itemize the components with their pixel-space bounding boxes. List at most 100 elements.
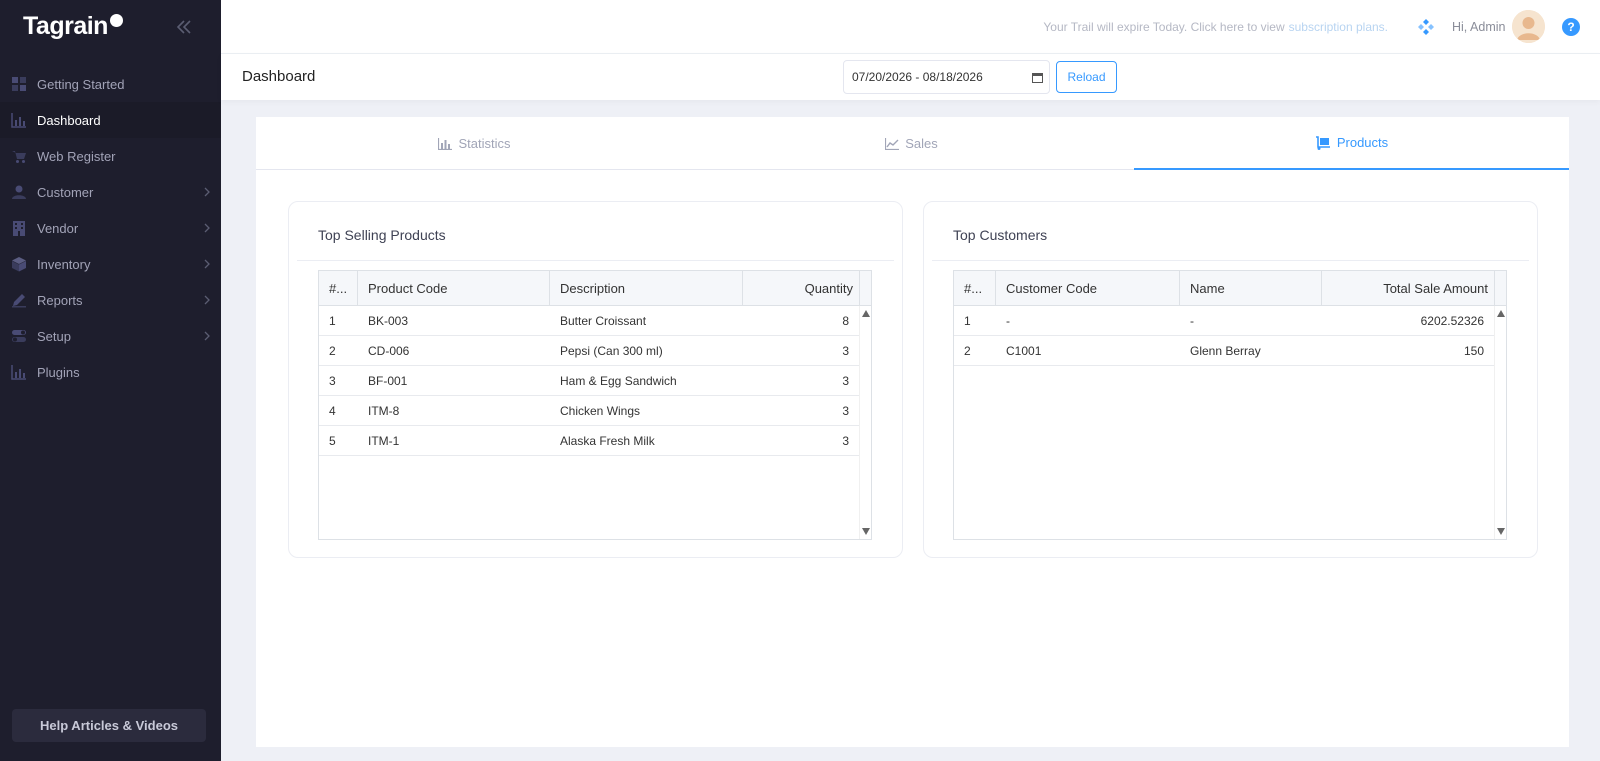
grid-header: #... Customer Code Name Total Sale Amoun…	[954, 271, 1494, 306]
column-header-index[interactable]: #...	[319, 271, 358, 306]
app-logo[interactable]: Tagrain	[23, 12, 123, 41]
column-header-name[interactable]: Name	[1180, 271, 1322, 306]
box-icon	[12, 257, 26, 272]
table-row[interactable]: 5 ITM-1 Alaska Fresh Milk 3	[319, 426, 859, 456]
trial-text: Your Trail will expire Today. Click here…	[1043, 20, 1285, 34]
sidebar-item-dashboard[interactable]: Dashboard	[0, 102, 221, 138]
subheader: Dashboard 07/20/2026 - 08/18/2026 Reload	[221, 54, 1600, 100]
avatar[interactable]	[1512, 10, 1545, 43]
calendar-icon[interactable]	[1032, 72, 1043, 83]
cell-description: Pepsi (Can 300 ml)	[560, 344, 663, 358]
top-customers-panel: Top Customers #... Customer Code Name To…	[923, 201, 1538, 558]
grid-header-cap	[859, 271, 871, 306]
sidebar-item-label: Web Register	[37, 148, 116, 164]
chevron-right-icon	[204, 331, 210, 341]
cell-quantity: 3	[842, 434, 849, 448]
cell-customer-code: C1001	[1006, 344, 1042, 358]
scroll-up-arrow-icon[interactable]	[1497, 310, 1505, 317]
cell-index: 4	[329, 404, 336, 418]
double-chevron-left-icon	[176, 20, 191, 34]
column-header-product-code[interactable]: Product Code	[358, 271, 550, 306]
collapse-sidebar-button[interactable]	[173, 16, 195, 38]
cell-customer-code: -	[1006, 314, 1010, 328]
table-row[interactable]: 3 BF-001 Ham & Egg Sandwich 3	[319, 366, 859, 396]
cell-quantity: 3	[842, 374, 849, 388]
tab-statistics[interactable]: Statistics	[256, 117, 693, 170]
main-card: Statistics Sales Products Top Selling Pr…	[256, 117, 1569, 747]
cell-description: Chicken Wings	[560, 404, 641, 418]
dolly-icon	[1315, 135, 1330, 150]
sidebar-item-getting-started[interactable]: Getting Started	[0, 66, 221, 102]
column-header-description[interactable]: Description	[550, 271, 743, 306]
column-header-quantity[interactable]: Quantity	[743, 271, 859, 306]
page-title: Dashboard	[242, 68, 316, 85]
vertical-scrollbar[interactable]	[859, 306, 871, 539]
bar-chart-icon	[11, 365, 26, 380]
dashboard-tabs: Statistics Sales Products	[256, 117, 1569, 170]
logo-badge-icon	[109, 14, 123, 27]
tab-products[interactable]: Products	[1134, 117, 1569, 170]
panel-title: Top Selling Products	[318, 227, 446, 243]
table-row[interactable]: 1 BK-003 Butter Croissant 8	[319, 306, 859, 336]
tab-label: Products	[1336, 135, 1389, 150]
sidebar-item-customer[interactable]: Customer	[0, 174, 221, 210]
sidebar-item-setup[interactable]: Setup	[0, 318, 221, 354]
cell-index: 3	[329, 374, 336, 388]
grid-header: #... Product Code Description Quantity	[319, 271, 859, 306]
cell-product-code: CD-006	[368, 344, 410, 358]
cell-product-code: BK-003	[368, 314, 409, 328]
help-question-icon[interactable]: ?	[1562, 18, 1580, 36]
user-greeting: Hi, Admin	[1452, 20, 1506, 34]
top-header: Your Trail will expire Today. Click here…	[221, 0, 1600, 54]
apps-icon[interactable]	[1417, 18, 1435, 36]
column-header-index[interactable]: #...	[954, 271, 996, 306]
cell-index: 1	[329, 314, 336, 328]
tab-label: Sales	[905, 136, 938, 151]
sidebar-item-label: Reports	[37, 292, 83, 308]
table-row[interactable]: 2 C1001 Glenn Berray 150	[954, 336, 1494, 366]
table-row[interactable]: 1 - - 6202.52326	[954, 306, 1494, 336]
sidebar: Tagrain Getting Started Dashboard Web Re…	[0, 0, 221, 761]
column-header-total-sale-amount[interactable]: Total Sale Amount	[1322, 271, 1494, 306]
date-range-input[interactable]: 07/20/2026 - 08/18/2026	[843, 60, 1050, 94]
sidebar-item-plugins[interactable]: Plugins	[0, 354, 221, 390]
chevron-right-icon	[204, 187, 210, 197]
divider	[297, 260, 894, 261]
sidebar-item-label: Dashboard	[37, 112, 101, 128]
chevron-right-icon	[204, 295, 210, 305]
table-row[interactable]: 4 ITM-8 Chicken Wings 3	[319, 396, 859, 426]
cell-product-code: ITM-1	[368, 434, 400, 448]
cell-index: 5	[329, 434, 336, 448]
vertical-scrollbar[interactable]	[1494, 306, 1506, 539]
sidebar-item-web-register[interactable]: Web Register	[0, 138, 221, 174]
sidebar-item-reports[interactable]: Reports	[0, 282, 221, 318]
bar-chart-icon	[11, 113, 26, 128]
cell-product-code: ITM-8	[368, 404, 400, 418]
scroll-down-arrow-icon[interactable]	[862, 528, 870, 535]
line-chart-icon	[885, 137, 900, 150]
scroll-down-arrow-icon[interactable]	[1497, 528, 1505, 535]
chevron-right-icon	[204, 259, 210, 269]
help-articles-button[interactable]: Help Articles & Videos	[12, 709, 206, 742]
subscription-plans-link[interactable]: subscription plans.	[1289, 20, 1388, 34]
sidebar-item-inventory[interactable]: Inventory	[0, 246, 221, 282]
user-icon	[12, 185, 26, 199]
cell-index: 1	[964, 314, 971, 328]
divider	[932, 260, 1529, 261]
customers-grid: #... Customer Code Name Total Sale Amoun…	[953, 270, 1507, 540]
logo-text: Tagrain	[23, 12, 108, 40]
cart-icon	[12, 151, 26, 163]
sidebar-item-label: Getting Started	[37, 76, 125, 92]
sidebar-item-vendor[interactable]: Vendor	[0, 210, 221, 246]
column-header-customer-code[interactable]: Customer Code	[996, 271, 1180, 306]
reload-button[interactable]: Reload	[1056, 61, 1117, 93]
tab-sales[interactable]: Sales	[693, 117, 1130, 170]
scroll-up-arrow-icon[interactable]	[862, 310, 870, 317]
cell-total-sale-amount: 6202.52326	[1420, 314, 1484, 328]
cell-index: 2	[329, 344, 336, 358]
table-row[interactable]: 2 CD-006 Pepsi (Can 300 ml) 3	[319, 336, 859, 366]
sidebar-item-label: Inventory	[37, 256, 91, 272]
panel-title: Top Customers	[953, 227, 1048, 243]
pen-icon	[12, 294, 26, 308]
date-range-value: 07/20/2026 - 08/18/2026	[852, 70, 983, 84]
